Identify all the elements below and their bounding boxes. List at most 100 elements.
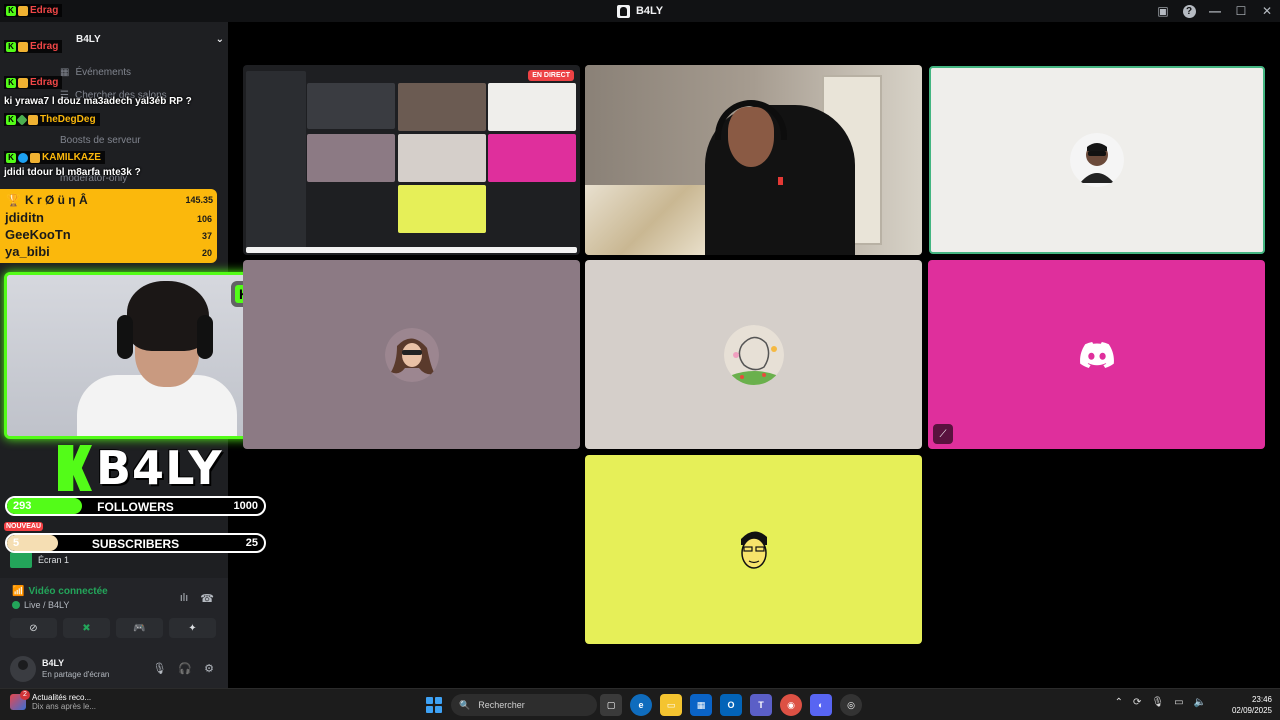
- gear-icon[interactable]: ⚙: [204, 662, 214, 675]
- news-count: 2: [20, 690, 30, 700]
- speaker-icon[interactable]: 🔈: [1194, 697, 1206, 708]
- chat-username: TheDegDeg: [40, 114, 96, 125]
- obs-icon[interactable]: ◎: [840, 694, 862, 716]
- news-widget[interactable]: 2 Actualités reco... Dix ans après le...: [10, 690, 96, 711]
- news-text: Actualités reco... Dix ans après le...: [32, 693, 96, 711]
- start-button[interactable]: [426, 697, 442, 713]
- store-icon[interactable]: ▦: [690, 694, 712, 716]
- participant-tile[interactable]: [585, 260, 922, 449]
- leaderboard-value: 37: [201, 231, 212, 241]
- soundboard-icon[interactable]: ılı: [180, 592, 189, 605]
- headphone-right: [197, 315, 213, 359]
- search-placeholder: Rechercher: [478, 700, 525, 710]
- maximize-button[interactable]: ☐: [1228, 0, 1254, 22]
- taskbar-apps: ▢ e ▭ ▦ O T ◉ ◐ ◎: [600, 694, 862, 716]
- windows-logo-part: [435, 697, 442, 704]
- camera-off-button[interactable]: ⊘: [10, 618, 57, 638]
- kick-badge-icon: K: [6, 152, 16, 163]
- taskbar-search[interactable]: 🔍 Rechercher: [451, 694, 597, 716]
- windows-logo-part: [426, 706, 433, 713]
- sync-icon[interactable]: ⟳: [1133, 697, 1141, 708]
- chat-user: K Edrag: [4, 76, 63, 89]
- gift-badge-icon: [18, 41, 28, 52]
- activity-button[interactable]: 🎮: [116, 618, 163, 638]
- gift-badge-icon: [18, 5, 28, 16]
- voice-connected-label: Vidéo connectée: [28, 586, 108, 597]
- screen-share-tile[interactable]: EN DIRECT: [243, 65, 580, 255]
- windows-taskbar: 2 Actualités reco... Dix ans après le...…: [0, 688, 1280, 720]
- leaderboard-top-value: 145.35: [185, 195, 213, 205]
- gift-badge-icon: [28, 114, 38, 125]
- mini-p1: [307, 134, 395, 182]
- room-bed: [585, 185, 725, 255]
- file-explorer-icon[interactable]: ▭: [660, 694, 682, 716]
- participant-tile[interactable]: [243, 260, 580, 449]
- help-button[interactable]: ?: [1176, 0, 1202, 22]
- signal-icon: 📶: [12, 586, 25, 597]
- participant-avatar: [726, 522, 781, 577]
- chat-message: jdidi tdour bl m8arfa mte3k ?: [4, 167, 141, 178]
- chat-user: K KAMILKAZE: [4, 151, 105, 164]
- diamond-badge-icon: [16, 113, 28, 126]
- news-subtitle: Dix ans après le...: [32, 702, 97, 711]
- discord-icon[interactable]: ◐: [810, 694, 832, 716]
- soundboard-button[interactable]: ✦: [169, 618, 216, 638]
- leaderboard-row: ya_bibi 20: [5, 244, 212, 259]
- subscribers-target: 25: [245, 537, 258, 549]
- verified-badge-icon: [18, 152, 28, 163]
- user-controls: 🎙 🎧 ⚙: [152, 662, 214, 675]
- mini-discord: [488, 134, 576, 182]
- participant-avatar: [723, 324, 784, 385]
- app-window: B4LY ▣ ? — ☐ ✕ B4LY ⌄ ▦ Événements ☰ Che…: [0, 0, 1280, 720]
- leaderboard-name: GeeKooTn: [5, 227, 71, 242]
- disconnect-icon[interactable]: ☎: [200, 592, 214, 605]
- headphones-icon[interactable]: 🎧: [178, 662, 192, 675]
- chrome-icon[interactable]: ◉: [780, 694, 802, 716]
- kick-k-icon: [58, 445, 92, 491]
- inbox-icon[interactable]: ▣: [1150, 0, 1176, 22]
- minimize-button[interactable]: —: [1202, 0, 1228, 22]
- followers-target: 1000: [233, 500, 258, 512]
- outlook-icon[interactable]: O: [720, 694, 742, 716]
- participant-camera-tile[interactable]: [585, 65, 922, 255]
- chat-user: K Edrag: [4, 4, 63, 17]
- user-panel: B4LY En partage d'écran 🎙 🎧 ⚙: [0, 650, 228, 688]
- voice-connected: 📶 Vidéo connectée: [12, 586, 108, 597]
- kick-badge-icon: K: [6, 5, 16, 16]
- chevron-up-icon[interactable]: ⌃: [1115, 697, 1123, 708]
- chat-username: Edrag: [30, 41, 59, 52]
- teams-icon[interactable]: T: [750, 694, 772, 716]
- screen-share-item[interactable]: Écran 1: [10, 552, 69, 568]
- leaderboard-top-name: K r Ø ü η Â: [24, 193, 88, 207]
- voice-channel[interactable]: Live / B4LY: [12, 600, 69, 610]
- window-title: B4LY: [635, 5, 664, 17]
- participant-avatar: [384, 327, 439, 382]
- stop-stream-button[interactable]: ✖: [63, 618, 110, 638]
- subscribers-goal-bar: 5 SUBSCRIBERS 25: [5, 533, 266, 553]
- leaderboard-value: 20: [201, 248, 212, 258]
- mini-sidebar: [246, 71, 306, 249]
- clock-time: 23:46: [1251, 695, 1272, 704]
- microphone-icon[interactable]: 🎙: [152, 662, 166, 675]
- display-icon[interactable]: ▭: [1174, 697, 1183, 708]
- microphone-tray-icon[interactable]: 🎙: [1151, 697, 1164, 708]
- server-icon: [616, 4, 630, 18]
- chat-username: Edrag: [30, 5, 59, 16]
- chat-user: K TheDegDeg: [4, 113, 100, 126]
- chat-username: KAMILKAZE: [42, 152, 101, 163]
- brand-logo: B4LY: [58, 441, 223, 495]
- task-view-icon[interactable]: ▢: [600, 694, 622, 716]
- participant-tile-default[interactable]: ⟋: [928, 260, 1265, 449]
- muted-icon: ⟋: [933, 424, 953, 444]
- edge-icon[interactable]: e: [630, 694, 652, 716]
- gifter-leaderboard: 🏆 K r Ø ü η Â 145.35 jdiditn 106 GeeKooT…: [0, 189, 217, 263]
- clock[interactable]: 23:46 02/09/2025: [1232, 694, 1272, 716]
- chat-username: Edrag: [30, 77, 59, 88]
- close-button[interactable]: ✕: [1254, 0, 1280, 22]
- kick-badge-icon: K: [6, 77, 16, 88]
- avatar[interactable]: [10, 656, 36, 682]
- participant-tile[interactable]: [585, 455, 922, 644]
- title-wrap: B4LY: [616, 4, 664, 18]
- live-badge: EN DIRECT: [528, 70, 574, 81]
- participant-tile-speaking[interactable]: [929, 66, 1265, 254]
